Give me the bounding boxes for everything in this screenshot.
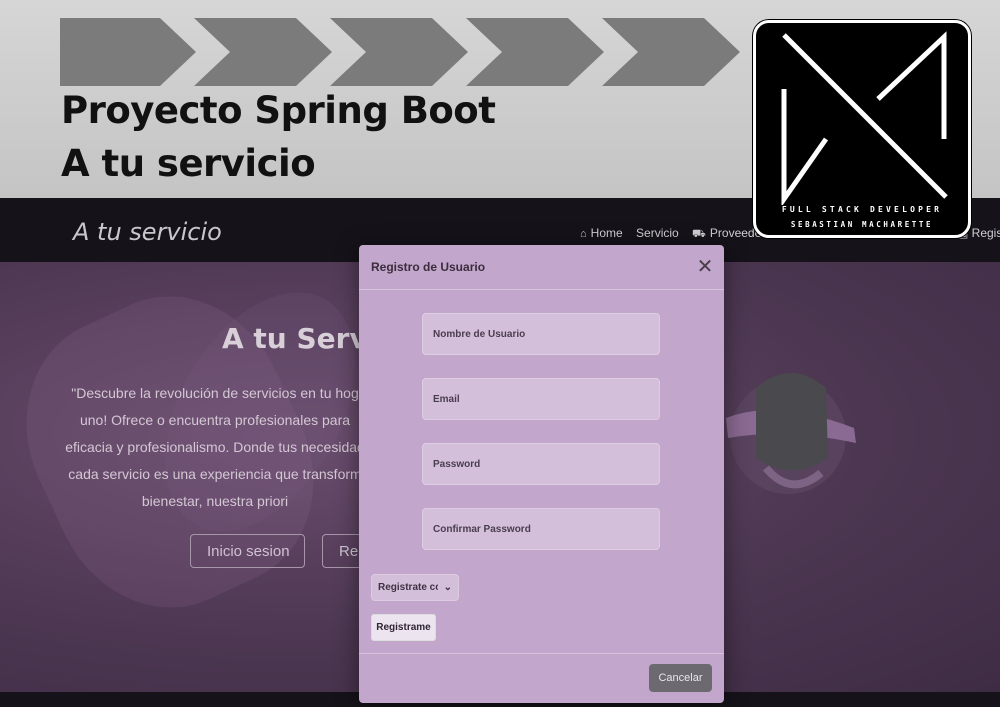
- username-field[interactable]: [422, 313, 660, 355]
- nav-registro-label: Regis: [971, 226, 1000, 240]
- nav-home-label: Home: [590, 226, 623, 240]
- nav-servicio[interactable]: Servicio: [636, 226, 679, 240]
- nav-home[interactable]: ⌂ Home: [580, 226, 623, 240]
- chevron-down-icon: ⌄: [443, 582, 452, 593]
- site-brand[interactable]: A tu servicio: [73, 218, 222, 246]
- register-button[interactable]: Registrame: [371, 614, 436, 641]
- close-icon[interactable]: ✕: [695, 257, 715, 277]
- confirm-password-field[interactable]: [422, 508, 660, 550]
- modal-footer-divider: [359, 653, 724, 654]
- logo-name: SEBASTIAN MACHARETTE: [790, 220, 934, 229]
- chevron-shape: [602, 18, 740, 86]
- gear-logo-icon: [726, 373, 856, 494]
- email-field[interactable]: [422, 378, 660, 420]
- banner-title: Proyecto Spring Boot: [61, 89, 496, 132]
- home-icon: ⌂: [580, 228, 587, 240]
- chevron-shape: [194, 18, 332, 86]
- modal-header: Registro de Usuario ✕: [359, 245, 724, 290]
- chevron-shape: [60, 18, 196, 86]
- monogram-icon: [781, 31, 948, 205]
- register-modal: Registro de Usuario ✕ Registrate cc ⌄ Re…: [359, 245, 724, 703]
- developer-logo: FULL STACK DEVELOPER SEBASTIAN MACHARETT…: [753, 20, 971, 238]
- truck-icon: ⛟: [692, 228, 706, 240]
- role-select-value: Registrate cc: [378, 582, 438, 593]
- chevron-arrows: [60, 18, 740, 86]
- banner-subtitle: A tu servicio: [61, 142, 316, 185]
- chevron-shape: [330, 18, 468, 86]
- hero-login-button[interactable]: Inicio sesion: [190, 534, 305, 568]
- modal-title: Registro de Usuario: [371, 260, 486, 274]
- role-select[interactable]: Registrate cc ⌄: [371, 574, 459, 601]
- password-field[interactable]: [422, 443, 660, 485]
- logo-tagline: FULL STACK DEVELOPER: [781, 205, 943, 214]
- cancel-button[interactable]: Cancelar: [649, 664, 712, 692]
- chevron-shape: [466, 18, 604, 86]
